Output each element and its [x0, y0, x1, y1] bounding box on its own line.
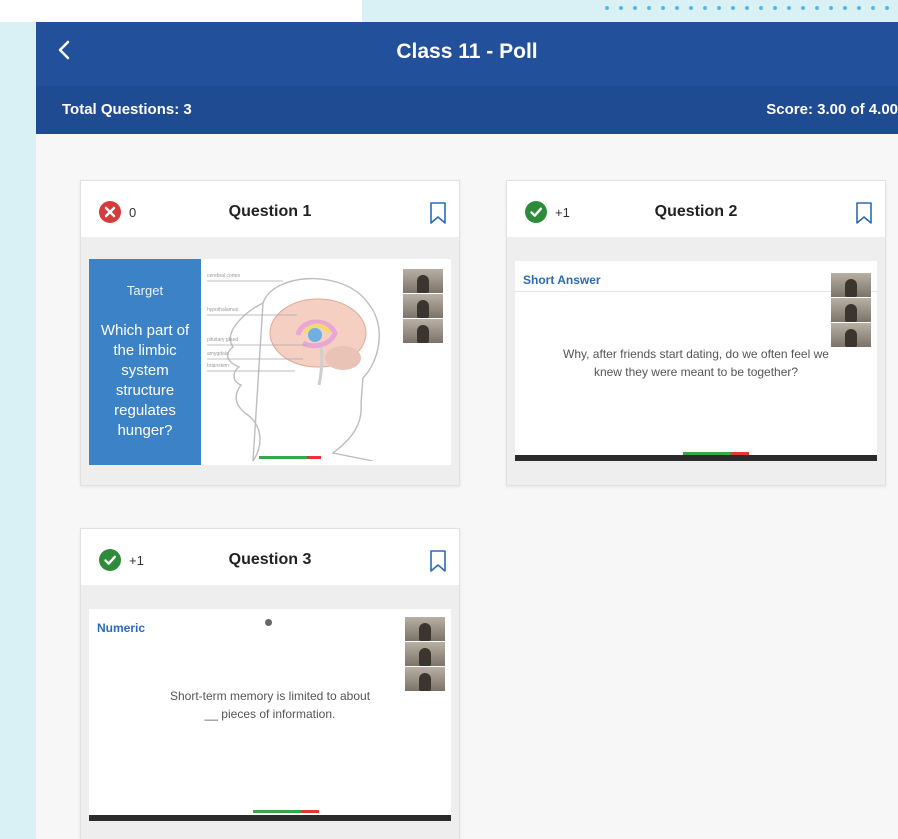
- poll-results-screen: Class 11 - Poll Total Questions: 3 Score…: [36, 22, 898, 839]
- slide-preview: Target Which part of the limbic system s…: [89, 259, 451, 465]
- card-header: +1 Question 3: [81, 529, 459, 585]
- page-top-strip: [0, 0, 898, 22]
- video-thumbnails: [405, 617, 445, 692]
- participant-thumbnail: [831, 273, 871, 297]
- question-title: Question 1: [228, 203, 312, 220]
- brain-diagram: cerebral cortex hypothalamus pituitary g…: [207, 273, 380, 461]
- progress-bar-alt: [307, 456, 321, 459]
- slide-preview-area: Numeric Short-term memory is limited to …: [81, 585, 459, 839]
- progress-bar: [253, 810, 301, 813]
- question-card-2[interactable]: +1 Question 2 Short Answer Why, after fr…: [506, 180, 886, 486]
- question-title: Question 3: [228, 551, 312, 568]
- taskbar: [89, 815, 451, 821]
- slide-preview: Numeric Short-term memory is limited to …: [89, 609, 451, 821]
- participant-thumbnail: [831, 323, 871, 347]
- pointer-dot: [265, 619, 272, 626]
- participant-thumbnail: [405, 617, 445, 641]
- svg-text:hypothalamus: hypothalamus: [207, 307, 239, 313]
- participant-thumbnail: [403, 319, 443, 343]
- svg-text:cerebral cortex: cerebral cortex: [207, 273, 241, 279]
- app-header: Class 11 - Poll: [36, 22, 898, 86]
- svg-text:amygdala: amygdala: [207, 351, 229, 357]
- question-prompt: Why, after friends start dating, do we o…: [563, 347, 829, 379]
- question-prompt: Short-term memory is limited to about __…: [169, 689, 371, 721]
- svg-text:pituitary gland: pituitary gland: [207, 337, 238, 343]
- slide-type-label: Numeric: [97, 621, 146, 635]
- card-header: 0 Question 1: [81, 181, 459, 237]
- question-card-3[interactable]: +1 Question 3 Numeric Short-term memory …: [80, 528, 460, 839]
- slide-preview-area: Short Answer Why, after friends start da…: [507, 237, 885, 485]
- card-header: +1 Question 2: [507, 181, 885, 237]
- participant-thumbnail: [405, 642, 445, 666]
- slide-divider: [515, 291, 877, 292]
- participant-thumbnail: [831, 298, 871, 322]
- target-label: Target: [126, 283, 164, 298]
- progress-bar-alt: [301, 810, 319, 813]
- participant-thumbnail: [403, 269, 443, 293]
- taskbar: [515, 455, 877, 461]
- slide-type-label: Short Answer: [523, 273, 601, 287]
- target-panel: Target Which part of the limbic system s…: [89, 259, 201, 465]
- bookmark-icon[interactable]: [855, 201, 873, 225]
- participant-thumbnail: [405, 667, 445, 691]
- summary-bar: Total Questions: 3 Score: 3.00 of 4.00: [36, 86, 898, 134]
- progress-bar: [259, 456, 307, 459]
- svg-text:brainstem: brainstem: [207, 363, 229, 369]
- slide-preview-area: Target Which part of the limbic system s…: [81, 237, 459, 485]
- video-thumbnails: [403, 269, 443, 344]
- score: Score: 3.00 of 4.00: [766, 101, 898, 118]
- bookmark-icon[interactable]: [429, 201, 447, 225]
- question-prompt: Which part of the limbic system structur…: [100, 322, 190, 439]
- decor-dots: [600, 2, 898, 18]
- bookmark-icon[interactable]: [429, 549, 447, 573]
- page-title: Class 11 - Poll: [396, 40, 538, 63]
- question-title: Question 2: [654, 203, 738, 220]
- total-questions: Total Questions: 3: [62, 101, 192, 118]
- question-card-1[interactable]: 0 Question 1 Target Which part of the li…: [80, 180, 460, 486]
- slide-preview: Short Answer Why, after friends start da…: [515, 261, 877, 461]
- participant-thumbnail: [403, 294, 443, 318]
- video-thumbnails: [831, 273, 871, 348]
